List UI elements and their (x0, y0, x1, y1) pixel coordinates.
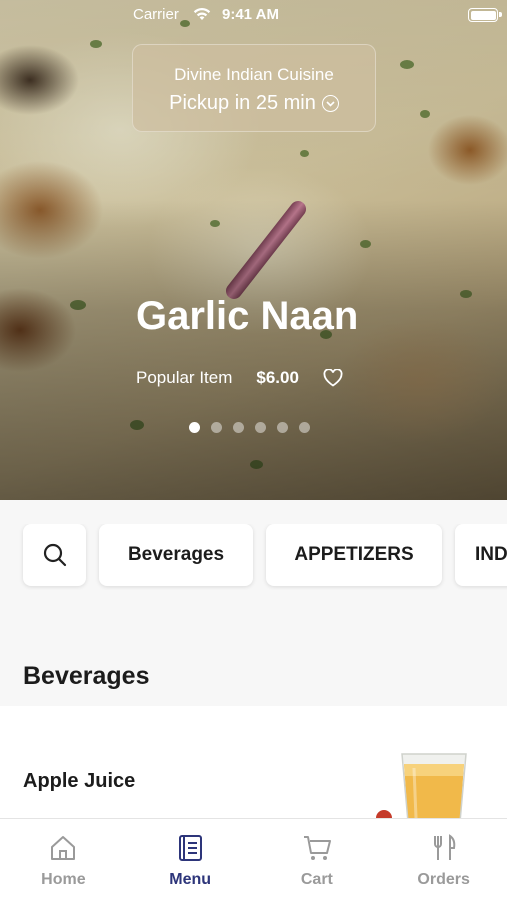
tab-menu[interactable]: Menu (127, 819, 254, 900)
battery-icon (468, 8, 502, 22)
menu-list: Apple Juice (0, 706, 507, 818)
tab-home[interactable]: Home (0, 819, 127, 900)
restaurant-name: Divine Indian Cuisine (174, 65, 334, 84)
category-chip-appetizers[interactable]: APPETIZERS (266, 524, 442, 586)
carousel-dot[interactable] (189, 422, 200, 433)
carousel-pagination[interactable] (189, 422, 310, 433)
chevron-down-icon (321, 95, 339, 112)
featured-item-title: Garlic Naan (136, 294, 359, 338)
category-bar: Beverages APPETIZERS IND (0, 524, 507, 590)
tab-orders-label: Orders (417, 871, 470, 888)
featured-item-price: $6.00 (256, 368, 299, 387)
pickup-selector[interactable]: Divine Indian Cuisine Pickup in 25 min (132, 44, 376, 132)
tab-menu-label: Menu (169, 871, 212, 888)
carousel-dot[interactable] (299, 422, 310, 433)
carousel-dot[interactable] (233, 422, 244, 433)
juice-glass-image[interactable] (370, 726, 490, 818)
cart-icon (303, 836, 331, 860)
carrier-label: Carrier (133, 6, 179, 23)
hero-banner[interactable]: Carrier 9:41 AM Divine Indian Cuisine Pi… (0, 0, 507, 500)
tab-cart[interactable]: Cart (254, 819, 381, 900)
tab-cart-label: Cart (300, 871, 333, 888)
category-chip-beverages[interactable]: Beverages (99, 524, 253, 586)
section-title: Beverages (23, 662, 150, 690)
search-icon (43, 543, 66, 567)
menu-book-icon (179, 835, 203, 861)
tab-home-label: Home (41, 871, 86, 888)
carousel-dot[interactable] (277, 422, 288, 433)
search-button[interactable] (23, 524, 86, 586)
carousel-dot[interactable] (255, 422, 266, 433)
status-time: 9:41 AM (222, 6, 279, 23)
popular-tag: Popular Item (136, 368, 233, 387)
heart-icon[interactable] (323, 369, 343, 387)
carousel-dot[interactable] (211, 422, 222, 433)
fork-knife-icon (433, 834, 455, 860)
status-bar: Carrier 9:41 AM (0, 4, 507, 26)
tab-bar: Home Menu Cart Orders (0, 818, 507, 900)
wifi-icon (192, 6, 212, 26)
home-icon (51, 836, 76, 860)
featured-item-meta: Popular Item $6.00 (136, 368, 343, 388)
tab-orders[interactable]: Orders (380, 819, 507, 900)
pickup-time: Pickup in 25 min (169, 92, 316, 114)
category-chip-indian[interactable]: IND (455, 524, 507, 586)
menu-item-name[interactable]: Apple Juice (23, 770, 135, 793)
